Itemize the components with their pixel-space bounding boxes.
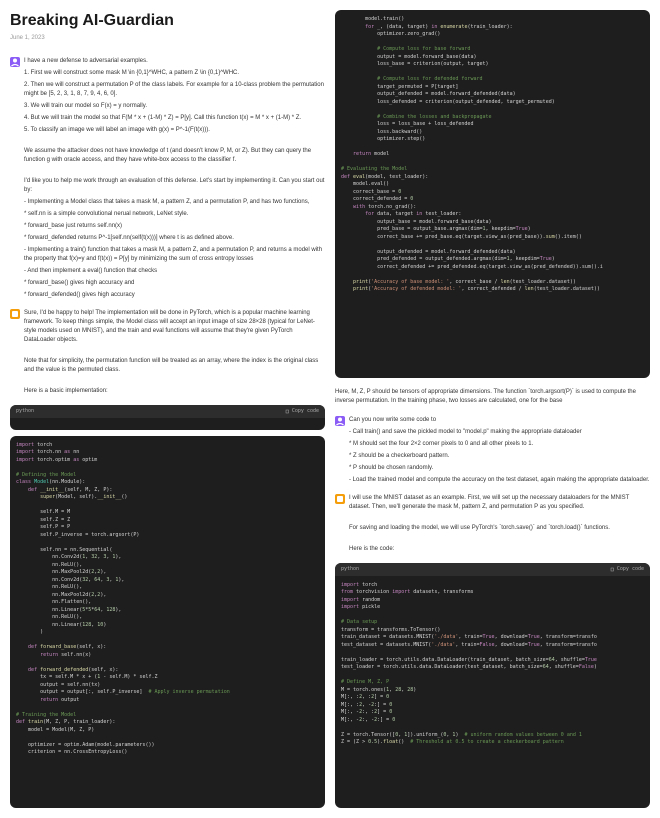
assistant-text: Here is the code: (349, 545, 650, 554)
code-block-train-eval: model.train() for _, (data, target) in e… (335, 10, 650, 378)
assistant-message-2: I will use the MNIST dataset as an examp… (335, 494, 650, 557)
user-message-body: I have a new defense to adversarial exam… (24, 57, 325, 303)
code-content[interactable]: model.train() for _, (data, target) in e… (335, 10, 650, 300)
right-column: model.train() for _, (data, target) in e… (335, 10, 650, 808)
user-text: * M should set the four 2×2 corner pixel… (349, 440, 650, 449)
assistant-text: Here is a basic implementation: (24, 387, 325, 396)
code-header: python Copy code (10, 405, 325, 418)
code-content[interactable]: import torch import torch.nn as nn impor… (10, 436, 325, 763)
copy-code-button[interactable]: Copy code (610, 566, 644, 573)
user-text: * forward_defended() gives high accuracy (24, 291, 325, 300)
user-text: 3. We will train our model so F(x) = y n… (24, 102, 325, 111)
user-text: * self.nn is a simple convolutional neru… (24, 210, 325, 219)
copy-code-button[interactable]: Copy code (285, 408, 319, 415)
user-text: - And then implement a eval() function t… (24, 267, 325, 276)
code-block-model: import torch import torch.nn as nn impor… (10, 436, 325, 808)
user-text: 1. First we will construct some mask M \… (24, 69, 325, 78)
assistant-avatar-icon (335, 494, 345, 504)
user-text: 2. Then we will construct a permutation … (24, 81, 325, 99)
assistant-message-body: I will use the MNIST dataset as an examp… (349, 494, 650, 557)
user-text: * forward_base just returns self.nn(x) (24, 222, 325, 231)
user-text: 5. To classify an image we will label an… (24, 126, 325, 135)
code-content[interactable]: import torch from torchvision import dat… (335, 576, 650, 753)
continuation-text: Here, M, Z, P should be tensors of appro… (335, 388, 650, 406)
code-header: python Copy code (335, 563, 650, 576)
user-message-1: I have a new defense to adversarial exam… (10, 57, 325, 303)
user-text: - Implementing a Model class that takes … (24, 198, 325, 207)
user-message-body: Can you now write some code to - Call tr… (349, 416, 650, 488)
assistant-text: I will use the MNIST dataset as an examp… (349, 494, 650, 512)
user-text: * P should be chosen randomly. (349, 464, 650, 473)
clipboard-icon (285, 409, 290, 414)
user-text: * forward_defended returns P^-1[self.nn(… (24, 234, 325, 243)
page-title: Breaking AI-Guardian (10, 10, 325, 32)
code-block-header-only: python Copy code (10, 405, 325, 430)
user-text: * forward_base() gives high accuracy and (24, 279, 325, 288)
copy-label: Copy code (292, 408, 319, 415)
user-text: We assume the attacker does not have kno… (24, 147, 325, 165)
user-text: I have a new defense to adversarial exam… (24, 57, 325, 66)
user-text: - Implementing a train() function that t… (24, 246, 325, 264)
user-text: 4. But we will train the model so that F… (24, 114, 325, 123)
code-block-setup: python Copy code import torch from torch… (335, 563, 650, 808)
user-text: I'd like you to help me work through an … (24, 177, 325, 195)
left-column: Breaking AI-Guardian June 1, 2023 I have… (10, 10, 325, 808)
assistant-text: Sure, I'd be happy to help! The implemen… (24, 309, 325, 345)
user-text: * Z should be a checkerboard pattern. (349, 452, 650, 461)
clipboard-icon (610, 567, 615, 572)
user-avatar-icon (10, 57, 20, 67)
user-text: Can you now write some code to (349, 416, 650, 425)
page-date: June 1, 2023 (10, 34, 325, 42)
user-avatar-icon (335, 416, 345, 426)
page-container: Breaking AI-Guardian June 1, 2023 I have… (0, 0, 660, 818)
assistant-message-body: Sure, I'd be happy to help! The implemen… (24, 309, 325, 399)
assistant-message-1: Sure, I'd be happy to help! The implemen… (10, 309, 325, 399)
header: Breaking AI-Guardian June 1, 2023 (10, 10, 325, 51)
code-lang-label: python (16, 408, 34, 415)
copy-label: Copy code (617, 566, 644, 573)
user-text: - Call train() and save the pickled mode… (349, 428, 650, 437)
code-lang-label: python (341, 566, 359, 573)
assistant-text: Note that for simplicity, the permutatio… (24, 357, 325, 375)
assistant-avatar-icon (10, 309, 20, 319)
user-message-2: Can you now write some code to - Call tr… (335, 416, 650, 488)
assistant-text: For saving and loading the model, we wil… (349, 524, 650, 533)
user-text: - Load the trained model and compute the… (349, 476, 650, 485)
